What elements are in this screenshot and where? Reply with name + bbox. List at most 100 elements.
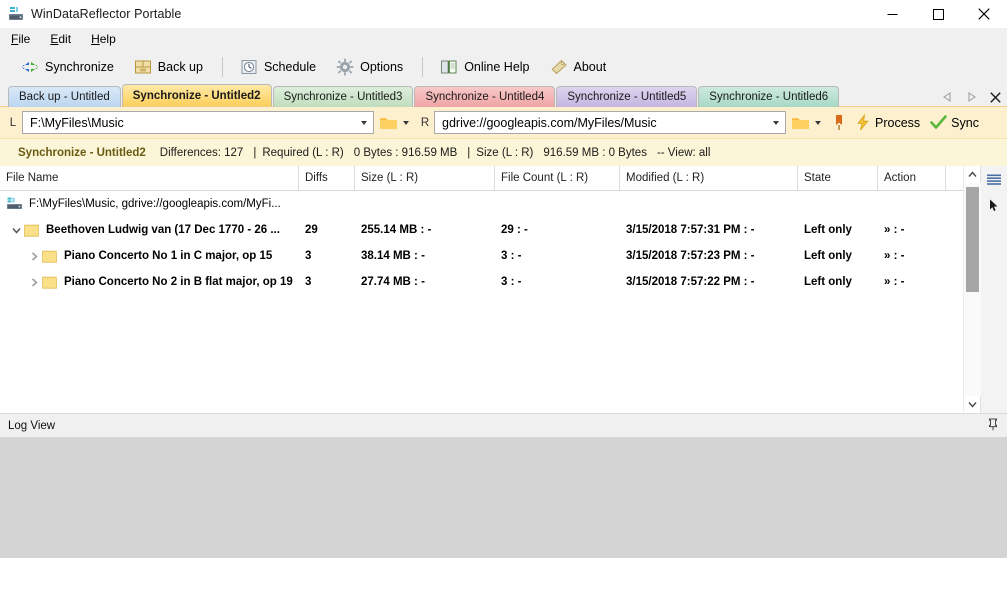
tab-close-button[interactable] <box>989 90 1001 104</box>
left-path-input[interactable]: F:\MyFiles\Music <box>22 111 374 134</box>
tag-icon <box>550 58 568 76</box>
row-state: Left only <box>804 276 852 288</box>
row-size: 27.74 MB : - <box>361 276 425 288</box>
tab-1[interactable]: Back up - Untitled <box>8 86 121 107</box>
scroll-track[interactable] <box>963 183 981 396</box>
list-menu-icon[interactable] <box>985 172 1003 188</box>
toolbar-options-button[interactable]: Options <box>327 54 412 80</box>
left-browse-dropdown-icon[interactable] <box>401 118 411 128</box>
summary-job-name: Synchronize - Untitled2 <box>18 146 146 159</box>
tab-scroll-left-button[interactable] <box>941 90 953 104</box>
chevron-right-icon[interactable] <box>26 248 42 264</box>
scroll-down-button[interactable] <box>964 396 981 413</box>
scroll-thumb[interactable] <box>965 187 979 292</box>
bookmark-button[interactable] <box>828 110 850 136</box>
maximize-button[interactable] <box>915 0 961 28</box>
book-icon <box>440 58 458 76</box>
left-path-value: F:\MyFiles\Music <box>30 115 124 130</box>
chevron-down-icon[interactable] <box>8 222 24 238</box>
tab-strip: Back up - Untitled Synchronize - Untitled… <box>0 84 1007 107</box>
summary-differences: Differences: 127 <box>159 146 244 159</box>
grid-root-row[interactable]: F:\MyFiles\Music, gdrive://googleapis.co… <box>0 191 963 217</box>
toolbar-backup-button[interactable]: Back up <box>125 54 212 80</box>
scroll-up-button[interactable] <box>964 166 981 183</box>
right-browse-button[interactable] <box>788 111 826 135</box>
toolbar-about-label: About <box>573 60 607 74</box>
row-diffs: 29 <box>305 224 318 236</box>
row-file-count: 3 : - <box>501 276 522 288</box>
row-file-count: 3 : - <box>501 250 522 262</box>
summary-size-label: Size (L : R) <box>476 146 534 159</box>
bookmark-icon <box>833 114 845 131</box>
menu-file[interactable]: File <box>9 30 40 48</box>
row-file-count: 29 : - <box>501 224 528 236</box>
toolbar-online-help-label: Online Help <box>464 60 530 74</box>
tab-nav-controls <box>941 90 1001 104</box>
window-controls <box>869 0 1007 28</box>
grid-rows: F:\MyFiles\Music, gdrive://googleapis.co… <box>0 191 963 295</box>
row-file-name: Piano Concerto No 1 in C major, op 15 <box>64 250 273 262</box>
toolbar-about-button[interactable]: About <box>541 54 616 80</box>
right-path-value: gdrive://googleapis.com/MyFiles/Music <box>442 115 657 130</box>
table-row[interactable]: Piano Concerto No 1 in C major, op 15 3 38… <box>0 243 963 269</box>
tab-3[interactable]: Synchronize - Untitled3 <box>272 86 414 107</box>
pin-icon[interactable] <box>987 418 999 434</box>
folder-icon <box>379 115 398 131</box>
right-tool-strip <box>980 166 1007 413</box>
grid-vertical-scrollbar[interactable] <box>963 166 981 413</box>
toolbar-separator-1 <box>221 57 223 77</box>
close-button[interactable] <box>961 0 1007 28</box>
row-file-name: Piano Concerto No 2 in B flat major, op … <box>64 276 293 288</box>
summary-bar: Synchronize - Untitled2 Differences: 127… <box>0 138 1007 166</box>
app-icon <box>8 6 24 22</box>
chevron-right-icon[interactable] <box>26 274 42 290</box>
row-size: 255.14 MB : - <box>361 224 432 236</box>
grid-column-header-3[interactable]: File Count (L : R) <box>495 166 620 190</box>
table-row[interactable]: Beethoven Ludwig van (17 Dec 1770 - 26 .… <box>0 217 963 243</box>
minimize-button[interactable] <box>869 0 915 28</box>
grid-column-header-2[interactable]: Size (L : R) <box>355 166 495 190</box>
folder-icon <box>42 276 57 289</box>
tab-4[interactable]: Synchronize - Untitled4 <box>414 86 556 107</box>
toolbar-backup-label: Back up <box>157 60 203 74</box>
menu-edit[interactable]: Edit <box>48 30 81 48</box>
tab-scroll-right-button[interactable] <box>965 90 977 104</box>
grid-root-row-name: F:\MyFiles\Music, gdrive://googleapis.co… <box>29 198 281 210</box>
summary-size-value: 916.59 MB : 0 Bytes <box>543 146 647 159</box>
right-path-input[interactable]: gdrive://googleapis.com/MyFiles/Music <box>434 111 786 134</box>
left-browse-button[interactable] <box>376 111 414 135</box>
row-state: Left only <box>804 224 852 236</box>
grid-column-header-6[interactable]: Action <box>878 166 946 190</box>
log-view-body[interactable] <box>0 437 1007 558</box>
grid-column-header-5[interactable]: State <box>798 166 878 190</box>
process-button[interactable]: Process <box>850 110 925 136</box>
row-state: Left only <box>804 250 852 262</box>
log-view-header: Log View <box>0 413 1007 437</box>
tab-5[interactable]: Synchronize - Untitled5 <box>556 86 698 107</box>
menu-help[interactable]: Help <box>89 30 126 48</box>
computer-drive-icon <box>6 197 23 211</box>
row-action: » : - <box>884 224 905 236</box>
sync-label: Sync <box>951 115 979 130</box>
cursor-pointer-icon[interactable] <box>985 197 1003 213</box>
process-label: Process <box>875 115 921 130</box>
right-browse-dropdown-icon[interactable] <box>813 118 823 128</box>
grid-column-header-1[interactable]: Diffs <box>299 166 355 190</box>
grid-column-header-4[interactable]: Modified (L : R) <box>620 166 798 190</box>
window-title: WinDataReflector Portable <box>31 7 182 21</box>
grid-header-row: File Name Diffs Size (L : R) File Count (L … <box>0 166 963 191</box>
toolbar-synchronize-button[interactable]: Synchronize <box>12 54 123 80</box>
tab-2[interactable]: Synchronize - Untitled2 <box>121 84 272 106</box>
table-row[interactable]: Piano Concerto No 2 in B flat major, op … <box>0 269 963 295</box>
tab-6[interactable]: Synchronize - Untitled6 <box>698 86 840 107</box>
left-path-dropdown-icon[interactable] <box>359 118 369 128</box>
folder-icon <box>791 115 810 131</box>
right-path-dropdown-icon[interactable] <box>771 118 781 128</box>
toolbar-schedule-button[interactable]: Schedule <box>231 54 325 80</box>
right-side-label: R <box>420 116 430 129</box>
sync-button[interactable]: Sync <box>925 110 984 136</box>
grid-column-header-0[interactable]: File Name <box>0 166 299 190</box>
clock-icon <box>240 58 258 76</box>
summary-required-label: Required (L : R) <box>262 146 344 159</box>
toolbar-online-help-button[interactable]: Online Help <box>431 54 538 80</box>
